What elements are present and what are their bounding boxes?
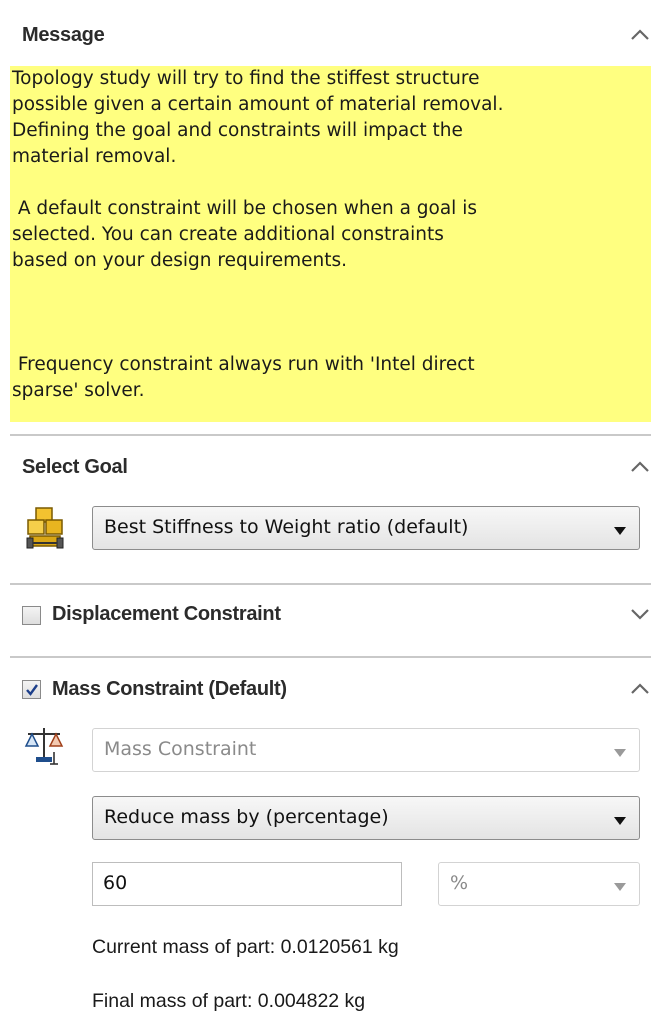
dropdown-arrow-icon [613, 813, 627, 831]
goal-dropdown[interactable]: Best Stiffness to Weight ratio (default) [92, 506, 640, 550]
reduce-mode-dropdown[interactable]: Reduce mass by (percentage) [92, 796, 640, 840]
mass-constraint-checkbox[interactable] [22, 680, 41, 699]
divider [10, 434, 651, 436]
select-goal-title: Select Goal [22, 456, 128, 478]
mass-scale-icon [24, 724, 64, 771]
displacement-constraint-header[interactable]: Displacement Constraint [0, 593, 661, 643]
reduce-mode-value: Reduce mass by (percentage) [104, 806, 389, 828]
chevron-up-icon[interactable] [629, 28, 651, 42]
divider [10, 656, 651, 658]
dropdown-arrow-icon [613, 745, 627, 763]
unit-dropdown[interactable]: % [438, 862, 640, 906]
constraint-type-dropdown[interactable]: Mass Constraint [92, 728, 640, 772]
mass-percentage-input[interactable]: 60 [92, 862, 402, 906]
displacement-constraint-title: Displacement Constraint [52, 603, 281, 625]
mass-constraint-header[interactable]: Mass Constraint (Default) [0, 668, 661, 718]
checkmark-icon [26, 684, 38, 696]
current-mass-label: Current mass of part: 0.0120561 kg [92, 936, 399, 958]
goal-dropdown-value: Best Stiffness to Weight ratio (default) [104, 516, 469, 538]
unit-value: % [450, 872, 469, 894]
property-manager-panel: Message Topology study will try to find … [0, 0, 661, 1034]
message-title: Message [22, 24, 105, 46]
chevron-down-icon[interactable] [629, 607, 651, 621]
divider [10, 583, 651, 585]
constraint-type-value: Mass Constraint [104, 738, 257, 760]
displacement-constraint-checkbox[interactable] [22, 606, 41, 625]
message-paragraph-2: A default constraint will be chosen when… [12, 198, 477, 271]
dropdown-arrow-icon [613, 523, 627, 541]
chevron-up-icon[interactable] [629, 682, 651, 696]
select-goal-section-header[interactable]: Select Goal [0, 446, 661, 496]
mass-percentage-value: 60 [103, 872, 128, 894]
message-section-header[interactable]: Message [0, 14, 661, 64]
message-box: Topology study will try to find the stif… [10, 66, 651, 422]
stiffness-blocks-icon [24, 504, 68, 555]
mass-constraint-title: Mass Constraint (Default) [52, 678, 287, 700]
message-paragraph-3: Frequency constraint always run with 'In… [12, 354, 475, 401]
message-paragraph-1: Topology study will try to find the stif… [12, 68, 504, 167]
chevron-up-icon[interactable] [629, 460, 651, 474]
dropdown-arrow-icon [613, 879, 627, 897]
final-mass-label: Final mass of part: 0.004822 kg [92, 990, 366, 1012]
